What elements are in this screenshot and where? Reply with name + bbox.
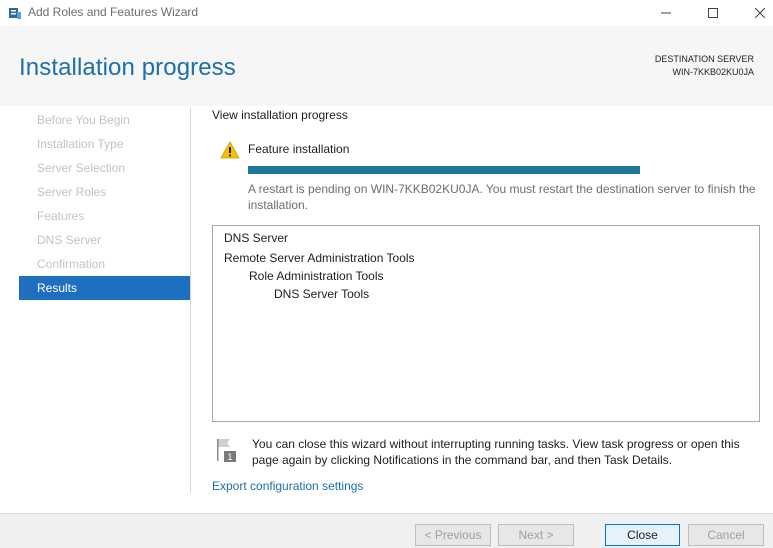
close-icon: [755, 8, 765, 18]
previous-button[interactable]: < Previous: [415, 524, 491, 546]
maximize-icon: [708, 8, 718, 18]
title-bar: Add Roles and Features Wizard: [0, 0, 773, 26]
server-manager-icon: [9, 8, 21, 19]
export-configuration-link[interactable]: Export configuration settings: [212, 479, 363, 493]
result-item-role-admin-tools: Role Administration Tools: [249, 269, 384, 283]
close-window-button[interactable]: [737, 0, 773, 26]
close-wizard-info: You can close this wizard without interr…: [252, 437, 740, 467]
section-title: View installation progress: [212, 108, 348, 122]
nav-item-features: Features: [37, 209, 85, 223]
nav-item-installation-type: Installation Type: [37, 137, 124, 151]
minimize-icon: [661, 12, 671, 14]
nav-divider: [190, 108, 191, 493]
page-title: Installation progress: [19, 54, 236, 81]
progress-fill: [248, 166, 640, 174]
result-item-dns-server-tools: DNS Server Tools: [274, 287, 370, 301]
installation-progress-bar: [248, 166, 640, 174]
result-item-rsat: Remote Server Administration Tools: [224, 251, 415, 265]
window-title: Add Roles and Features Wizard: [28, 5, 199, 19]
notification-badge: 1: [227, 452, 232, 462]
nav-item-dns-server: DNS Server: [37, 233, 102, 247]
cancel-button[interactable]: Cancel: [688, 524, 764, 546]
destination-server-name: WIN-7KKB02KU0JA: [672, 67, 754, 77]
restart-pending-message: A restart is pending on WIN-7KKB02KU0JA.…: [248, 182, 756, 212]
minimize-button[interactable]: [643, 0, 689, 26]
nav-item-before-you-begin: Before You Begin: [37, 113, 130, 127]
results-list[interactable]: DNS Server Remote Server Administration …: [212, 225, 760, 422]
nav-item-server-roles: Server Roles: [37, 185, 107, 199]
next-button[interactable]: Next >: [498, 524, 574, 546]
warning-icon: [220, 141, 240, 159]
result-item-dns-server: DNS Server: [224, 231, 289, 245]
notification-flag-icon: 1: [217, 439, 236, 462]
feature-installation-label: Feature installation: [248, 142, 350, 156]
wizard-nav: Before You Begin Installation Type Serve…: [19, 108, 190, 300]
close-button[interactable]: Close: [605, 524, 680, 546]
maximize-button[interactable]: [690, 0, 736, 26]
nav-item-server-selection: Server Selection: [37, 161, 126, 175]
nav-item-results[interactable]: Results: [19, 276, 190, 300]
destination-server-label: DESTINATION SERVER: [654, 54, 754, 64]
nav-item-confirmation: Confirmation: [37, 257, 106, 271]
